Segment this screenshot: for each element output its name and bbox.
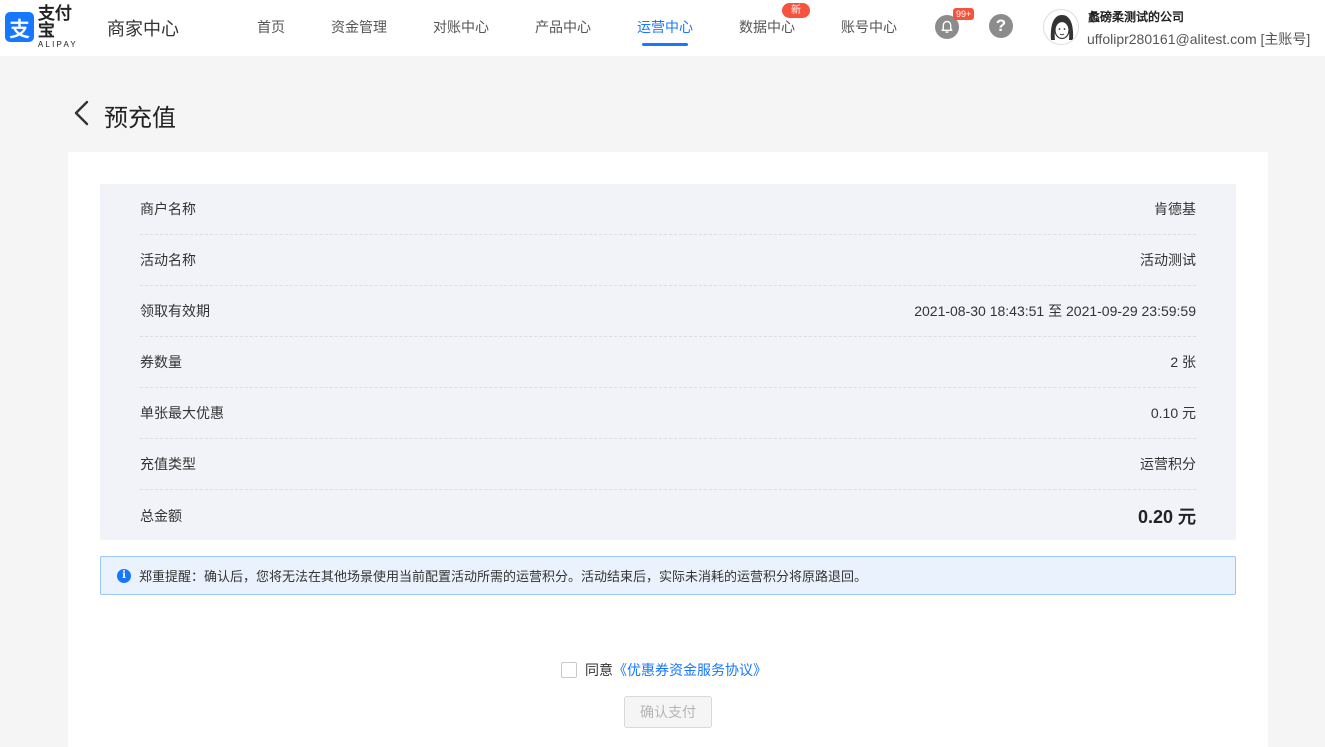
detail-row-max-discount: 单张最大优惠 0.10 元 — [140, 388, 1196, 439]
detail-value: 0.10 元 — [1150, 405, 1196, 421]
detail-label: 券数量 — [140, 354, 182, 370]
detail-row-activity: 活动名称 活动测试 — [140, 235, 1196, 286]
alipay-logo[interactable]: 支 支付宝 ALIPAY — [5, 5, 87, 49]
detail-label: 商户名称 — [140, 201, 196, 217]
agreement-row: 同意 《优惠券资金服务协议》 — [561, 660, 767, 680]
notice-banner: i 郑重提醒：确认后，您将无法在其他场景使用当前配置活动所需的运营积分。活动结束… — [100, 556, 1236, 595]
detail-value: 肯德基 — [1154, 201, 1196, 217]
detail-row-merchant: 商户名称 肯德基 — [140, 184, 1196, 235]
page-title: 预充值 — [104, 105, 176, 132]
avatar[interactable] — [1043, 9, 1079, 45]
notice-text: 郑重提醒：确认后，您将无法在其他场景使用当前配置活动所需的运营积分。活动结束后，… — [139, 569, 868, 584]
agreement-checkbox[interactable] — [561, 662, 577, 678]
detail-row-recharge-type: 充值类型 运营积分 — [140, 439, 1196, 490]
detail-row-coupon-count: 券数量 2 张 — [140, 337, 1196, 388]
app-title: 商家中心 — [107, 19, 179, 39]
nav-funds[interactable]: 资金管理 — [331, 17, 387, 37]
notification-count-badge: 99+ — [953, 8, 975, 20]
company-name: 蠡磅柔测试的公司 — [1088, 10, 1185, 24]
agreement-prefix: 同意 — [585, 662, 613, 678]
info-icon: i — [117, 568, 131, 583]
confirm-payment-button[interactable]: 确认支付 — [624, 696, 712, 728]
back-arrow-icon[interactable] — [72, 100, 92, 126]
detail-label: 领取有效期 — [140, 303, 210, 319]
detail-value: 2 张 — [1170, 354, 1196, 370]
logo-text-en: ALIPAY — [37, 40, 78, 49]
alipay-logo-icon: 支 — [5, 12, 34, 42]
nav-data[interactable]: 数据中心 — [739, 17, 795, 37]
total-amount: 0.20 元 — [1137, 506, 1196, 527]
logo-text-cn: 支付宝 — [37, 4, 72, 40]
detail-label: 单张最大优惠 — [140, 405, 224, 421]
new-badge: 新 — [782, 3, 810, 18]
detail-value: 2021-08-30 18:43:51 至 2021-09-29 23:59:5… — [914, 303, 1196, 319]
detail-value: 运营积分 — [1140, 456, 1196, 472]
detail-value: 活动测试 — [1140, 252, 1196, 268]
detail-row-total: 总金额 0.20 元 — [140, 490, 1196, 541]
help-icon[interactable]: ? — [989, 14, 1013, 38]
nav-reconciliation[interactable]: 对账中心 — [433, 17, 489, 37]
nav-account[interactable]: 账号中心 — [841, 17, 897, 37]
top-header: 支 支付宝 ALIPAY 商家中心 首页 资金管理 对账中心 产品中心 运营中心… — [0, 0, 1325, 56]
nav-active-indicator — [642, 43, 688, 46]
nav-operations[interactable]: 运营中心 — [637, 17, 693, 37]
nav-products[interactable]: 产品中心 — [535, 17, 591, 37]
detail-label: 充值类型 — [140, 456, 196, 472]
account-email: uffolipr280161@alitest.com [主账号] — [1087, 31, 1311, 47]
nav-home[interactable]: 首页 — [257, 17, 285, 37]
detail-label: 总金额 — [140, 507, 182, 524]
detail-label: 活动名称 — [140, 252, 196, 268]
detail-row-validity: 领取有效期 2021-08-30 18:43:51 至 2021-09-29 2… — [140, 286, 1196, 337]
agreement-link[interactable]: 《优惠券资金服务协议》 — [613, 660, 767, 680]
